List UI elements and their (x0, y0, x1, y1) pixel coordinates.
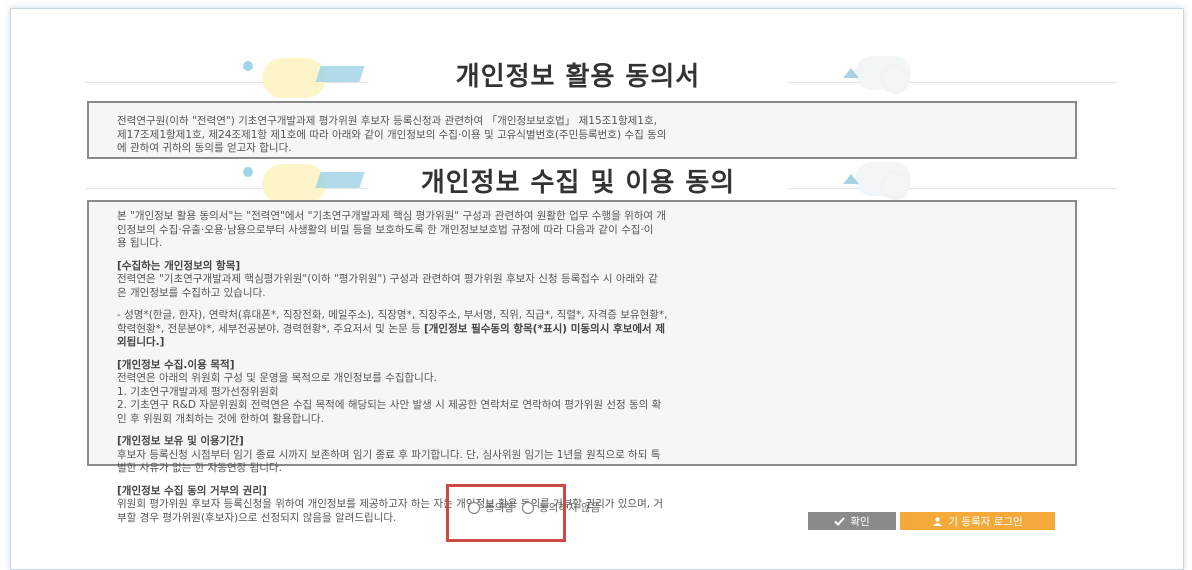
highlight-box (446, 484, 566, 542)
login-button-label: 기 등록자 로그인 (948, 515, 1023, 528)
section-title-purpose: [개인정보 수집.이용 목적] (117, 358, 235, 371)
section-title-retention: [개인정보 보유 및 이용기간] (117, 435, 244, 447)
section-collected-items: [수집하는 개인정보의 항목] 전력연은 "기초연구개발과제 핵심평가위원"(이… (117, 260, 1047, 301)
registered-user-login-button[interactable]: 기 등록자 로그인 (900, 512, 1055, 530)
decoration-dot (243, 167, 253, 177)
section-text: 2. 기초연구 R&D 자문위원회 전력연은 수집 목적에 해당되는 사안 발생… (117, 399, 662, 411)
intro-line: 전력연구원(이하 "전력연") 기초연구개발과제 평가위원 후보자 등록신청과 … (117, 115, 657, 127)
decoration-ring (880, 64, 910, 94)
section-text: 전력연은 아래의 위원회 구성 및 운영을 목적으로 개인정보를 수집합니다. (117, 372, 437, 384)
confirm-button-label: 확인 (850, 515, 870, 528)
section-title-refusal: [개인정보 수집 동의 거부의 권리] (117, 484, 267, 497)
consent-intro-line: 본 "개인정보 활용 동의서"는 "전력연"에서 "기초연구개발과제 핵심 평가… (117, 210, 667, 222)
consent-intro-line: 용 됩니다. (117, 237, 163, 249)
check-icon (834, 516, 846, 526)
required-notice: [개인정보 필수동의 항목(*표시) 미동의시 후보에서 제 (423, 322, 665, 335)
section-title-collected-items: [수집하는 개인정보의 항목] (117, 259, 241, 272)
intro-line: 제17조제1항제1호, 제24조제1항 제1호에 따라 아래와 같이 개인정보의… (117, 128, 667, 141)
intro-line: 에 관하여 귀하의 동의를 얻고자 합니다. (117, 142, 292, 154)
section-text: 1. 기초연구개발과제 평가선정위원회 (117, 385, 279, 398)
decoration-triangle (843, 68, 859, 78)
page-title: 개인정보 활용 동의서 (368, 60, 788, 94)
section-text: 후보자 등록신청 시점부터 임기 종료 시까지 보존하며 임기 종료 후 파기합… (117, 448, 661, 461)
decoration-ribbon (315, 172, 365, 188)
user-icon (933, 516, 943, 526)
section-title: 개인정보 수집 및 이용 동의 (368, 166, 788, 200)
section-text: 전력연은 "기초연구개발과제 핵심평가위원"(이하 "평가위원") 구성과 관련… (117, 273, 658, 285)
section-text: 인 후 위원회 개최하는 것에 한하여 활용합니다. (117, 412, 324, 425)
decoration-ribbon (315, 66, 365, 82)
section-items-list: - 성명*(한글, 한자), 연락처(휴대폰*, 직장전화, 메일주소), 직장… (117, 309, 1047, 350)
intro-text-box: 전력연구원(이하 "전력연") 기초연구개발과제 평가위원 후보자 등록신청과 … (87, 101, 1077, 159)
section-heading-consent-form: 개인정보 활용 동의서 (0, 52, 1192, 102)
section-purpose: [개인정보 수집.이용 목적] 전력연은 아래의 위원회 구성 및 운영을 목적… (117, 359, 1047, 427)
consent-intro-line: 인정보의 수집·유출·오용·남용으로부터 사생활의 비밀 등을 보호하도록 한 … (117, 223, 654, 236)
decoration-ring (880, 170, 910, 200)
section-text: 별한 사유가 없는 한 자동연장 됩니다. (117, 462, 282, 474)
items-list-line: - 성명*(한글, 한자), 연락처(휴대폰*, 직장전화, 메일주소), 직장… (117, 309, 668, 321)
items-list-line: 학력현황*, 전문분야*, 세부전공분야, 경력현황*, 주요저서 및 논문 등… (117, 323, 1047, 337)
decoration-triangle (843, 174, 859, 184)
items-list-text: 학력현황*, 전문분야*, 세부전공분야, 경력현황*, 주요저서 및 논문 등 (117, 322, 424, 335)
section-retention: [개인정보 보유 및 이용기간] 후보자 등록신청 시점부터 임기 종료 시까지… (117, 435, 1047, 476)
confirm-button[interactable]: 확인 (808, 512, 896, 530)
decoration-dot (243, 61, 253, 71)
required-notice-cont: 외됩니다.] (117, 336, 165, 348)
section-text: 은 개인정보를 수집하고 있습니다. (117, 286, 266, 299)
consent-text-box: 본 "개인정보 활용 동의서"는 "전력연"에서 "기초연구개발과제 핵심 평가… (87, 200, 1077, 524)
